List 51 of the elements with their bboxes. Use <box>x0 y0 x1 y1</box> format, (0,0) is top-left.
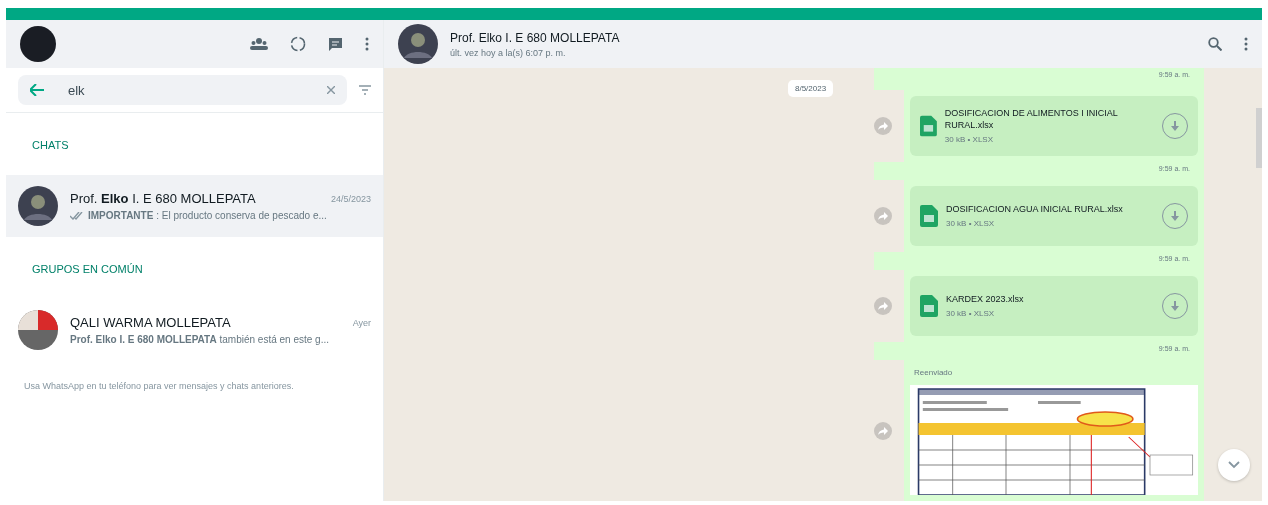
community-icon[interactable] <box>250 37 268 51</box>
profile-avatar[interactable] <box>20 26 56 62</box>
chat-time: 24/5/2023 <box>330 193 371 204</box>
download-icon <box>1171 301 1179 311</box>
search-input[interactable]: elk <box>66 81 305 99</box>
chat-list-item[interactable]: Prof. Elko I. E 680 MOLLEPATA 24/5/2023 IMPORTANTE : El producto conserva de pescado e... <box>6 175 383 237</box>
close-icon[interactable] <box>327 86 335 94</box>
chat-name: QALI WARMA MOLLEPATA <box>70 315 232 330</box>
contact-avatar <box>398 24 438 64</box>
spreadsheet-icon <box>920 295 938 317</box>
group-avatar <box>18 310 58 350</box>
date-chip: 8/5/2023 <box>788 80 834 97</box>
file-name: KARDEX 2023.xlsx <box>946 294 1024 306</box>
message-preview: Prof. Elko I. E 680 MOLLEPATA también está en este g... <box>70 334 329 345</box>
filter-icon[interactable] <box>359 85 371 95</box>
back-arrow-icon[interactable] <box>30 84 44 96</box>
forward-icon[interactable] <box>874 117 892 135</box>
scrollbar[interactable] <box>1256 108 1262 168</box>
file-attachment[interactable]: DOSIFICACION AGUA INICIAL RURAL.xlsx 30 kB • XLSX <box>910 186 1198 246</box>
spreadsheet-icon <box>920 205 938 227</box>
file-meta: 30 kB • XLSX <box>944 134 994 144</box>
download-icon <box>1171 121 1179 131</box>
spreadsheet-icon <box>920 115 937 137</box>
search-icon[interactable] <box>1208 37 1222 51</box>
file-attachment[interactable]: DOSIFICACION DE ALIMENTOS I INICIAL RURAL.xlsx 30 kB • XLSX <box>910 96 1198 156</box>
message-preview: IMPORTANTE : El producto conserva de pescado e... <box>88 210 327 221</box>
last-seen: últ. vez hoy a la(s) 6:07 p. m. <box>450 47 567 58</box>
file-meta: 30 kB • XLSX <box>946 218 996 228</box>
chat-title: Prof. Elko I. E 680 MOLLEPATA <box>450 30 621 45</box>
forward-icon[interactable] <box>874 297 892 315</box>
file-meta: 30 kB • XLSX <box>946 308 996 318</box>
status-icon[interactable] <box>290 36 306 52</box>
contact-avatar <box>18 186 58 226</box>
file-name: DOSIFICACION AGUA INICIAL RURAL.xlsx <box>946 204 1123 216</box>
forward-icon[interactable] <box>874 421 892 440</box>
new-chat-icon[interactable] <box>328 36 343 52</box>
forward-icon[interactable] <box>874 207 892 225</box>
scroll-down-button[interactable] <box>1218 449 1250 481</box>
menu-icon[interactable] <box>1244 37 1248 51</box>
search-field[interactable]: elk <box>18 75 347 105</box>
menu-icon[interactable] <box>365 37 369 51</box>
section-title: GRUPOS EN COMÚN <box>31 262 144 277</box>
chat-time: Ayer <box>352 317 371 328</box>
info-note: Usa WhatsApp en tu teléfono para ver mensajes y chats anteriores. <box>23 380 295 393</box>
file-name: DOSIFICACION DE ALIMENTOS I INICIAL RURAL.xlsx <box>944 108 1119 132</box>
chat-name: Prof. Elko I. E 680 MOLLEPATA <box>70 191 257 206</box>
forwarded-label: Reenviado <box>913 367 954 379</box>
download-icon <box>1171 211 1179 221</box>
file-attachment[interactable]: KARDEX 2023.xlsx 30 kB • XLSX <box>910 276 1198 336</box>
chevron-down-icon <box>1228 461 1240 469</box>
section-title: CHATS <box>31 138 70 153</box>
